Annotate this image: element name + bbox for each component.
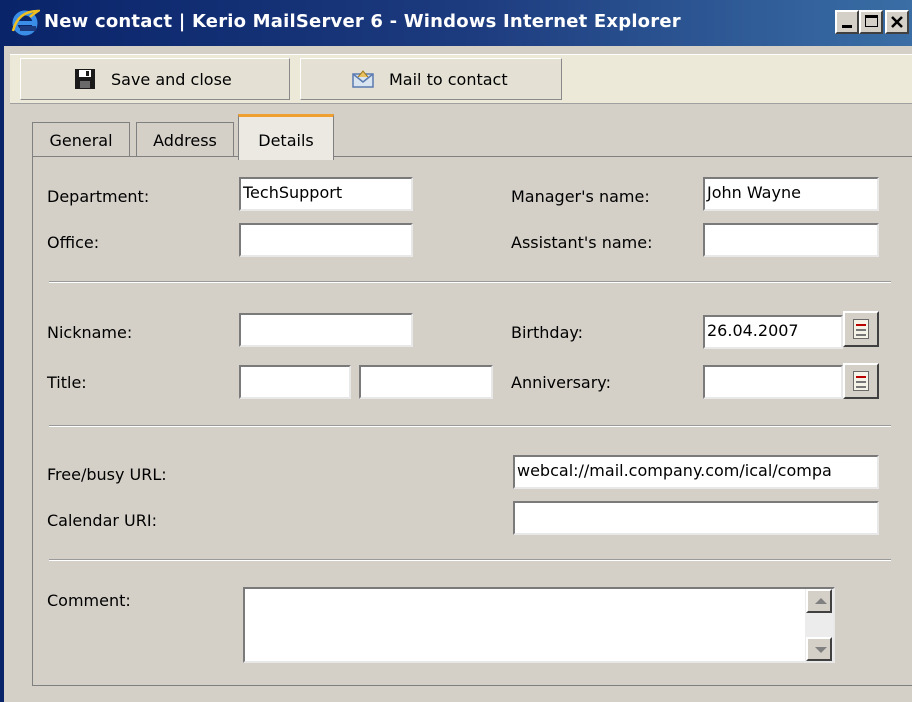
close-button[interactable]: [885, 10, 909, 34]
floppy-disk-icon: [75, 69, 95, 89]
title-label: Title:: [47, 373, 87, 392]
section-divider: [49, 281, 891, 283]
mail-to-contact-label: Mail to contact: [389, 70, 508, 89]
anniversary-label: Anniversary:: [511, 373, 611, 392]
office-field[interactable]: [239, 223, 413, 257]
save-and-close-label: Save and close: [111, 70, 232, 89]
details-panel: Department: TechSupport Manager's name: …: [32, 156, 912, 686]
maximize-button[interactable]: [859, 10, 883, 34]
minimize-button[interactable]: [835, 10, 859, 34]
calendar-uri-label: Calendar URI:: [47, 511, 157, 530]
free-busy-url-field[interactable]: webcal://mail.company.com/ical/compa: [513, 455, 879, 489]
anniversary-field[interactable]: [703, 365, 843, 399]
birthday-calendar-button[interactable]: [843, 311, 879, 347]
section-divider: [49, 559, 891, 561]
scroll-down-button[interactable]: [806, 637, 832, 661]
assistant-name-label: Assistant's name:: [511, 233, 653, 252]
title-field-1[interactable]: [239, 365, 351, 399]
comment-textarea[interactable]: [243, 587, 835, 663]
title-field-2[interactable]: [359, 365, 493, 399]
calendar-icon: [853, 319, 869, 339]
comment-label: Comment:: [47, 591, 131, 610]
tab-address[interactable]: Address: [136, 122, 234, 158]
department-field[interactable]: TechSupport: [239, 177, 413, 211]
save-and-close-button[interactable]: Save and close: [20, 58, 290, 100]
manager-name-field[interactable]: John Wayne: [703, 177, 879, 211]
tab-details[interactable]: Details: [238, 114, 334, 160]
office-label: Office:: [47, 233, 100, 252]
assistant-name-field[interactable]: [703, 223, 879, 257]
birthday-label: Birthday:: [511, 323, 584, 342]
browser-window: New contact | Kerio MailServer 6 - Windo…: [0, 0, 912, 702]
minimize-icon: [842, 25, 852, 28]
toolbar: Save and close Mail to contact: [10, 54, 912, 104]
close-icon: [891, 16, 903, 28]
arrow-down-icon: [815, 647, 827, 653]
envelope-icon: [352, 70, 374, 88]
nickname-field[interactable]: [239, 313, 413, 347]
nickname-label: Nickname:: [47, 323, 133, 342]
comment-scrollbar[interactable]: [805, 589, 833, 661]
arrow-up-icon: [815, 598, 827, 604]
window-title: New contact | Kerio MailServer 6 - Windo…: [44, 11, 681, 32]
section-divider: [49, 425, 891, 427]
internet-explorer-icon: [11, 9, 40, 36]
mail-to-contact-button[interactable]: Mail to contact: [300, 58, 562, 100]
tab-general[interactable]: General: [32, 122, 130, 158]
maximize-icon: [865, 15, 878, 27]
calendar-icon: [853, 371, 869, 391]
department-label: Department:: [47, 187, 150, 206]
birthday-field[interactable]: 26.04.2007: [703, 315, 843, 349]
free-busy-url-label: Free/busy URL:: [47, 465, 167, 484]
scroll-up-button[interactable]: [806, 589, 832, 613]
title-bar[interactable]: New contact | Kerio MailServer 6 - Windo…: [4, 0, 912, 46]
anniversary-calendar-button[interactable]: [843, 363, 879, 399]
manager-name-label: Manager's name:: [511, 187, 650, 206]
calendar-uri-field[interactable]: [513, 501, 879, 535]
